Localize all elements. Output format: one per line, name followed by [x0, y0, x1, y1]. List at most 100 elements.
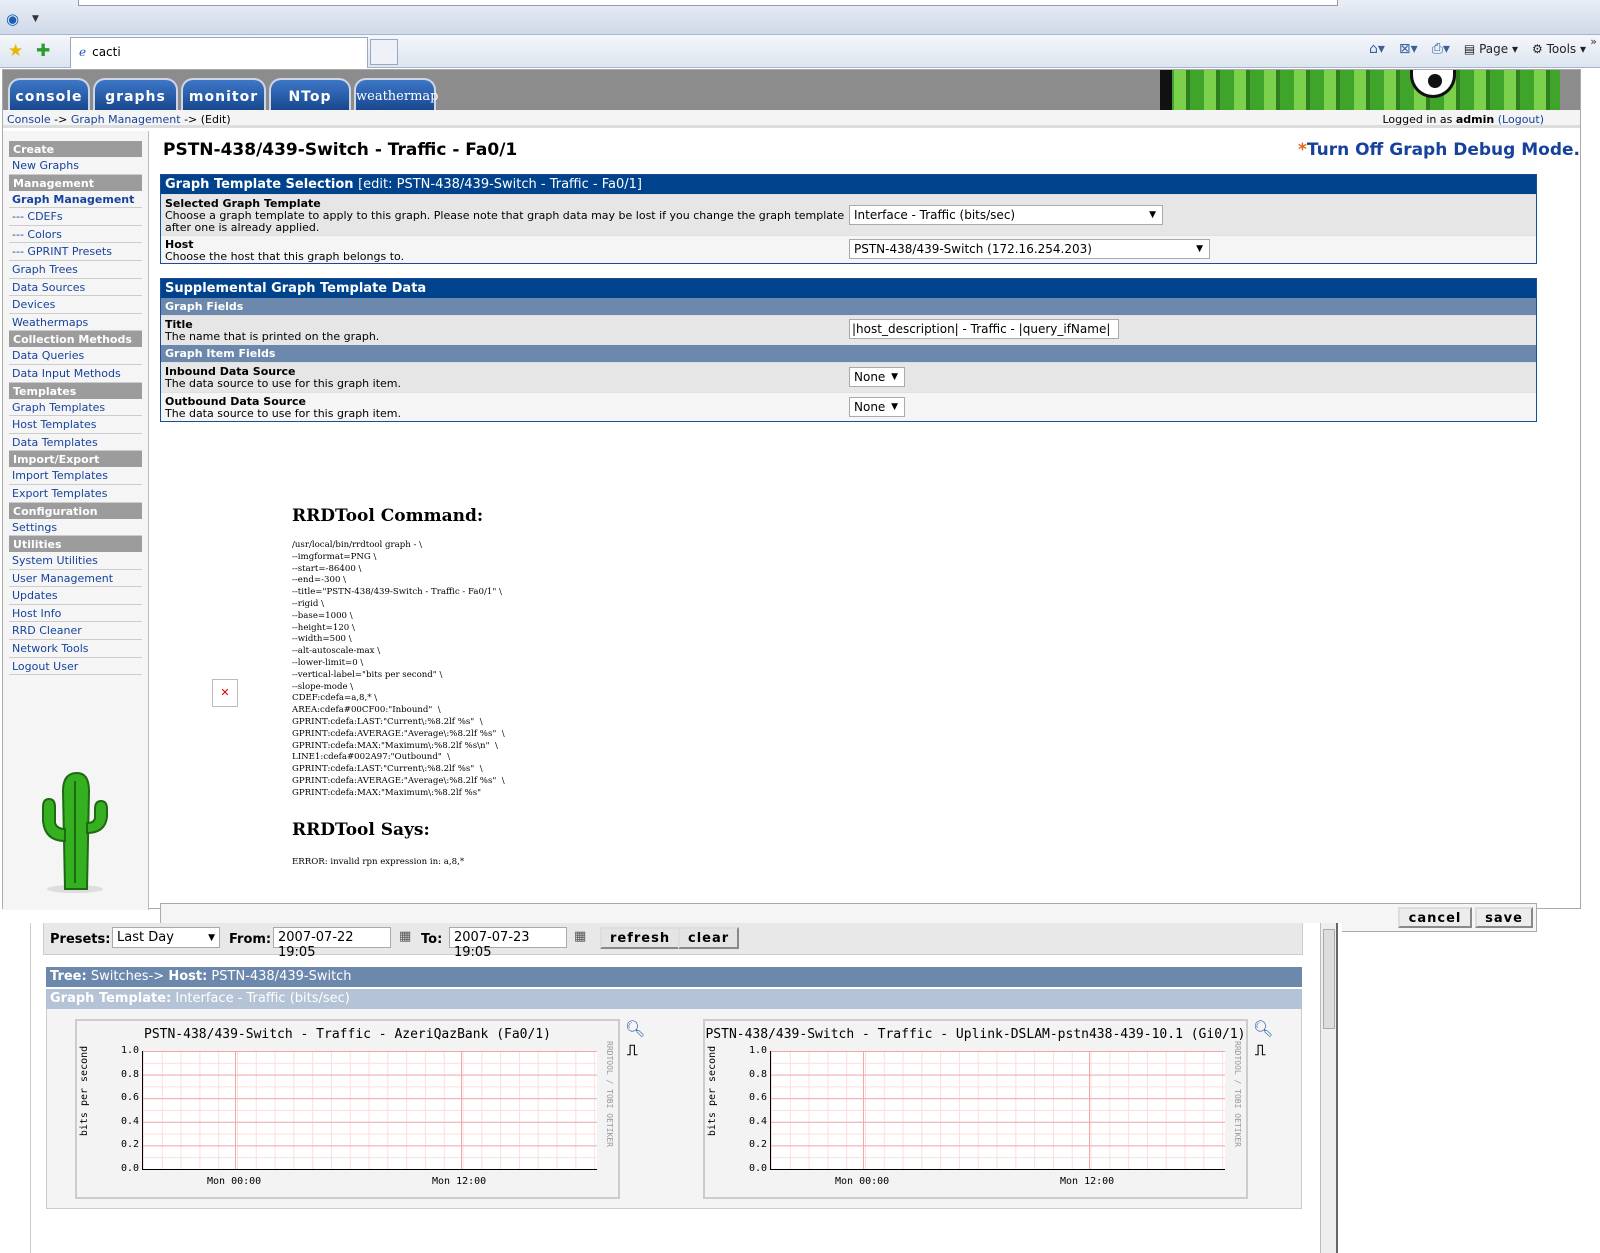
sidebar-item-rrd-cleaner[interactable]: RRD Cleaner [9, 622, 142, 641]
logout-link[interactable]: (Logout) [1498, 113, 1544, 126]
sidebar-link[interactable]: Graph Templates [12, 401, 105, 414]
sidebar-link[interactable]: Graph Trees [12, 263, 78, 276]
scrollbar[interactable] [1320, 923, 1338, 1253]
sidebar-item-user-management[interactable]: User Management [9, 570, 142, 588]
sidebar-link[interactable]: Data Input Methods [12, 367, 121, 380]
sidebar-link[interactable]: Import Templates [12, 469, 108, 482]
sidebar-item-graph-trees[interactable]: Graph Trees [9, 261, 142, 279]
sidebar-item-data-sources[interactable]: Data Sources [9, 279, 142, 297]
calendar-icon[interactable]: ▦ [399, 929, 411, 944]
sidebar-link[interactable]: Data Templates [12, 436, 98, 449]
sidebar-item-host-info[interactable]: Host Info [9, 605, 142, 623]
cancel-button[interactable]: cancel [1398, 907, 1472, 928]
scrollbar-thumb[interactable] [1323, 929, 1335, 1029]
tab-monitor[interactable]: monitor [181, 78, 266, 110]
tools-menu[interactable]: ⚙ Tools ▾ [1532, 42, 1586, 56]
sidebar-link[interactable]: --- GPRINT Presets [12, 245, 112, 258]
sidebar-link[interactable]: --- Colors [12, 228, 62, 241]
sidebar-link[interactable]: New Graphs [12, 159, 79, 172]
tab-graphs[interactable]: graphs [93, 78, 178, 110]
sidebar-item-graph-management[interactable]: Graph Management [9, 191, 142, 209]
sidebar-item-new-graphs[interactable]: New Graphs [9, 157, 142, 175]
tab-ntop[interactable]: NTop [269, 78, 351, 110]
sidebar-link[interactable]: Network Tools [12, 642, 89, 655]
sidebar-item-import-templates[interactable]: Import Templates [9, 467, 142, 485]
graph-template-header: Graph Template: Interface - Traffic (bit… [46, 989, 1302, 1009]
breadcrumb-graph-management[interactable]: Graph Management [71, 113, 181, 126]
feeds-icon[interactable]: ⊠▾ [1399, 41, 1418, 57]
zoom-icon[interactable]: 🔍︎ [625, 1019, 645, 1038]
more-chevron-icon[interactable]: » [1590, 35, 1597, 48]
graphs-area: PSTN-438/439-Switch - Traffic - AzeriQaz… [46, 1009, 1302, 1209]
sidebar-link[interactable]: Logout User [12, 660, 78, 673]
to-date-input[interactable]: 2007-07-23 19:05 [449, 927, 567, 960]
host-select[interactable]: PSTN-438/439-Switch (172.16.254.203) ▼ [849, 239, 1210, 259]
sidebar-link[interactable]: --- CDEFs [12, 210, 63, 223]
sidebar-link[interactable]: Host Templates [12, 418, 96, 431]
title-input[interactable]: |host_description| - Traffic - |query_if… [849, 319, 1119, 339]
calendar-icon[interactable]: ▦ [574, 929, 586, 944]
save-button[interactable]: save [1475, 907, 1533, 928]
sidebar-item-data-input-methods[interactable]: Data Input Methods [9, 365, 142, 383]
box-header: Graph Template Selection [edit: PSTN-438… [161, 175, 1536, 194]
rrd-info-icon[interactable]: ⎍ [627, 1041, 638, 1059]
sidebar-item-cdefs[interactable]: --- CDEFs [9, 208, 142, 226]
print-icon[interactable]: ⎙▾ [1432, 41, 1450, 57]
sidebar-link[interactable]: Data Queries [12, 349, 84, 362]
sidebar-item-updates[interactable]: Updates [9, 587, 142, 605]
sidebar-link[interactable]: Export Templates [12, 487, 107, 500]
traffic-graph[interactable]: PSTN-438/439-Switch - Traffic - Uplink-D… [703, 1019, 1248, 1199]
sidebar-item-host-templates[interactable]: Host Templates [9, 416, 142, 434]
chevron-down-icon: ▼ [1149, 210, 1156, 220]
chevron-down-icon: ▼ [1196, 244, 1203, 254]
from-date-input[interactable]: 2007-07-22 19:05 [273, 927, 391, 960]
sidebar-link[interactable]: Data Sources [12, 281, 85, 294]
sidebar-item-system-utilities[interactable]: System Utilities [9, 552, 142, 570]
ie-logo-icon[interactable]: ◉ [6, 10, 19, 28]
favorites-star-icon[interactable]: ★ [8, 41, 23, 61]
sidebar-link[interactable]: RRD Cleaner [12, 624, 82, 637]
breadcrumb-console[interactable]: Console [7, 113, 51, 126]
home-icon[interactable]: ⌂▾ [1369, 41, 1385, 57]
debug-mode-link[interactable]: *Turn Off Graph Debug Mode. [1298, 140, 1580, 160]
box-note: [edit: PSTN-438/439-Switch - Traffic - F… [358, 177, 642, 192]
chevron-down-icon[interactable]: ▼ [32, 14, 39, 24]
traffic-graph[interactable]: PSTN-438/439-Switch - Traffic - AzeriQaz… [75, 1019, 620, 1199]
sidebar-link[interactable]: Graph Management [12, 193, 134, 206]
zoom-icon[interactable]: 🔍︎ [1253, 1019, 1273, 1038]
sidebar-item-devices[interactable]: Devices [9, 296, 142, 314]
sidebar-item-weathermaps[interactable]: Weathermaps [9, 314, 142, 332]
sidebar-item-settings[interactable]: Settings [9, 519, 142, 537]
sidebar-item-colors[interactable]: --- Colors [9, 226, 142, 244]
sidebar-link[interactable]: Host Info [12, 607, 61, 620]
x-tick-label: Mon 00:00 [835, 1176, 890, 1187]
sidebar-link[interactable]: Devices [12, 298, 55, 311]
sidebar-item-graph-templates[interactable]: Graph Templates [9, 399, 142, 417]
sidebar-link[interactable]: Settings [12, 521, 57, 534]
refresh-button[interactable]: refresh [600, 927, 681, 949]
add-favorite-icon[interactable]: ✚ [36, 41, 50, 61]
cacti-banner-image [1160, 70, 1560, 110]
sidebar-link[interactable]: User Management [12, 572, 113, 585]
sidebar-link[interactable]: Weathermaps [12, 316, 88, 329]
graph-template-select[interactable]: Interface - Traffic (bits/sec) ▼ [849, 205, 1163, 225]
clear-button[interactable]: clear [678, 927, 740, 949]
page-menu[interactable]: ▤ Page ▾ [1464, 42, 1518, 56]
tab-weathermap[interactable]: weathermap [354, 78, 438, 110]
sidebar-item-gprint[interactable]: --- GPRINT Presets [9, 243, 142, 261]
rrd-info-icon[interactable]: ⎍ [1255, 1041, 1266, 1059]
sidebar-item-logout-user[interactable]: Logout User [9, 658, 142, 676]
address-bar[interactable] [78, 0, 1338, 6]
browser-tab[interactable]: ℯ cacti [70, 37, 368, 68]
presets-select[interactable]: Last Day ▼ [112, 927, 220, 948]
sidebar-item-network-tools[interactable]: Network Tools [9, 640, 142, 658]
sidebar-item-export-templates[interactable]: Export Templates [9, 485, 142, 503]
tab-console[interactable]: console [8, 78, 90, 110]
sidebar-item-data-queries[interactable]: Data Queries [9, 347, 142, 365]
new-tab-button[interactable] [370, 39, 398, 65]
sidebar-item-data-templates[interactable]: Data Templates [9, 434, 142, 452]
sidebar-link[interactable]: Updates [12, 589, 58, 602]
sidebar-link[interactable]: System Utilities [12, 554, 98, 567]
inbound-source-select[interactable]: None ▼ [849, 367, 905, 387]
outbound-source-select[interactable]: None ▼ [849, 397, 905, 417]
